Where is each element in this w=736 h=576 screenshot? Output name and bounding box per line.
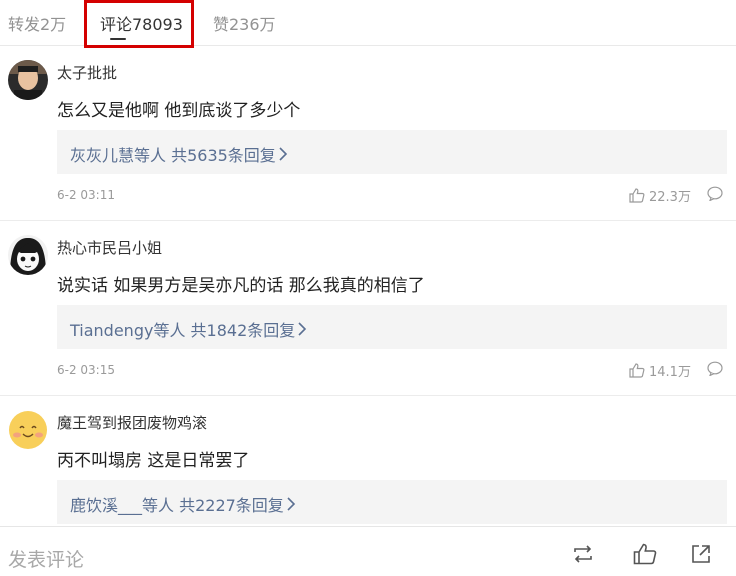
reply-icon[interactable] [707,186,723,205]
reply-summary[interactable]: Tiandengy等人 共1842条回复 [57,305,727,349]
repost-icon[interactable] [571,543,595,569]
avatar[interactable] [8,410,48,450]
thumbs-up-icon [629,188,645,203]
tab-reposts[interactable]: 转发2万 [8,11,66,35]
comment-username[interactable]: 太子批批 [57,62,117,83]
like-button[interactable]: 22.3万 [629,186,691,205]
share-icon[interactable] [690,543,712,569]
chevron-right-icon [297,321,307,340]
comment-item: 魔王驾到报团废物鸡滚 丙不叫塌房 这是日常罢了 鹿饮溪___等人 共2227条回… [0,396,736,526]
comment-timestamp: 6-2 03:11 [57,188,115,202]
like-count: 14.1万 [649,365,691,380]
reply-summary[interactable]: 鹿饮溪___等人 共2227条回复 [57,480,727,524]
reply-summary-text: 鹿饮溪___等人 共2227条回复 [70,496,284,515]
reply-icon[interactable] [707,361,723,380]
comment-username[interactable]: 热心市民吕小姐 [57,237,162,258]
comment-input[interactable]: 发表评论 [8,545,84,572]
chevron-right-icon [286,496,296,515]
reply-summary[interactable]: 灰灰儿慧等人 共5635条回复 [57,130,727,174]
bottom-action-bar: 发表评论 [0,526,736,576]
thumbs-up-icon[interactable] [633,543,657,569]
reply-summary-text: 灰灰儿慧等人 共5635条回复 [70,146,276,165]
avatar[interactable] [8,235,48,275]
comment-text: 怎么又是他啊 他到底谈了多少个 [57,101,301,121]
like-button[interactable]: 14.1万 [629,361,691,380]
comment-item: 太子批批 怎么又是他啊 他到底谈了多少个 灰灰儿慧等人 共5635条回复 6-2… [0,46,736,221]
chevron-right-icon [278,146,288,165]
comment-text: 丙不叫塌房 这是日常罢了 [57,451,250,471]
like-count: 22.3万 [649,190,691,205]
reply-summary-text: Tiandengy等人 共1842条回复 [70,321,296,340]
comment-timestamp: 6-2 03:15 [57,363,115,377]
comment-text: 说实话 如果男方是吴亦凡的话 那么我真的相信了 [57,276,425,296]
highlight-annotation-box [84,0,194,48]
comment-item: 热心市民吕小姐 说实话 如果男方是吴亦凡的话 那么我真的相信了 Tiandeng… [0,221,736,396]
comment-username[interactable]: 魔王驾到报团废物鸡滚 [57,412,207,433]
tab-likes[interactable]: 赞236万 [213,11,276,35]
avatar[interactable] [8,60,48,100]
thumbs-up-icon [629,363,645,378]
